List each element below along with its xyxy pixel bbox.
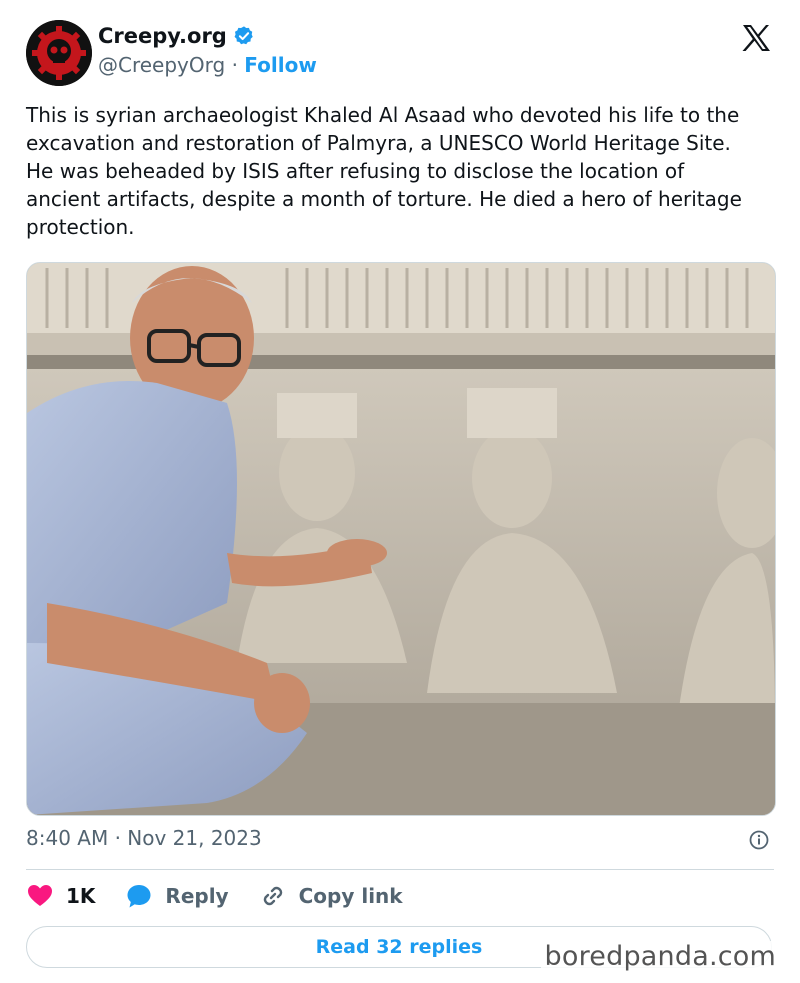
author-handle-row: @CreepyOrg · Follow xyxy=(98,53,317,77)
speech-bubble-icon xyxy=(127,885,151,908)
link-icon xyxy=(263,886,282,906)
separator: · xyxy=(231,53,238,77)
author-name[interactable]: Creepy.org xyxy=(98,24,227,48)
follow-button[interactable]: Follow xyxy=(244,53,317,77)
tweet-timestamp[interactable]: 8:40 AM · Nov 21, 2023 xyxy=(26,826,262,850)
x-logo-icon[interactable] xyxy=(740,22,772,54)
skull-gear-avatar-icon xyxy=(26,20,92,86)
author-name-row: Creepy.org xyxy=(98,24,255,48)
info-icon[interactable] xyxy=(749,830,769,850)
author-handle[interactable]: @CreepyOrg xyxy=(98,53,225,77)
reply-button[interactable]: Reply xyxy=(125,882,229,910)
action-bar: 1K Reply Copy link xyxy=(26,882,433,910)
like-button[interactable]: 1K xyxy=(26,882,95,910)
copy-link-label: Copy link xyxy=(298,884,403,908)
reply-label: Reply xyxy=(165,884,229,908)
tweet-photo[interactable] xyxy=(26,262,776,816)
watermark: boredpanda.com xyxy=(540,941,780,972)
heart-icon xyxy=(28,885,52,906)
like-count: 1K xyxy=(66,884,96,908)
copy-link-button[interactable]: Copy link xyxy=(259,882,403,910)
verified-badge-icon xyxy=(234,26,253,45)
read-replies-label: Read 32 replies xyxy=(315,936,483,958)
avatar[interactable] xyxy=(26,20,92,86)
tweet-text: This is syrian archaeologist Khaled Al A… xyxy=(26,103,742,239)
photo-image xyxy=(27,263,775,815)
divider xyxy=(26,869,774,870)
